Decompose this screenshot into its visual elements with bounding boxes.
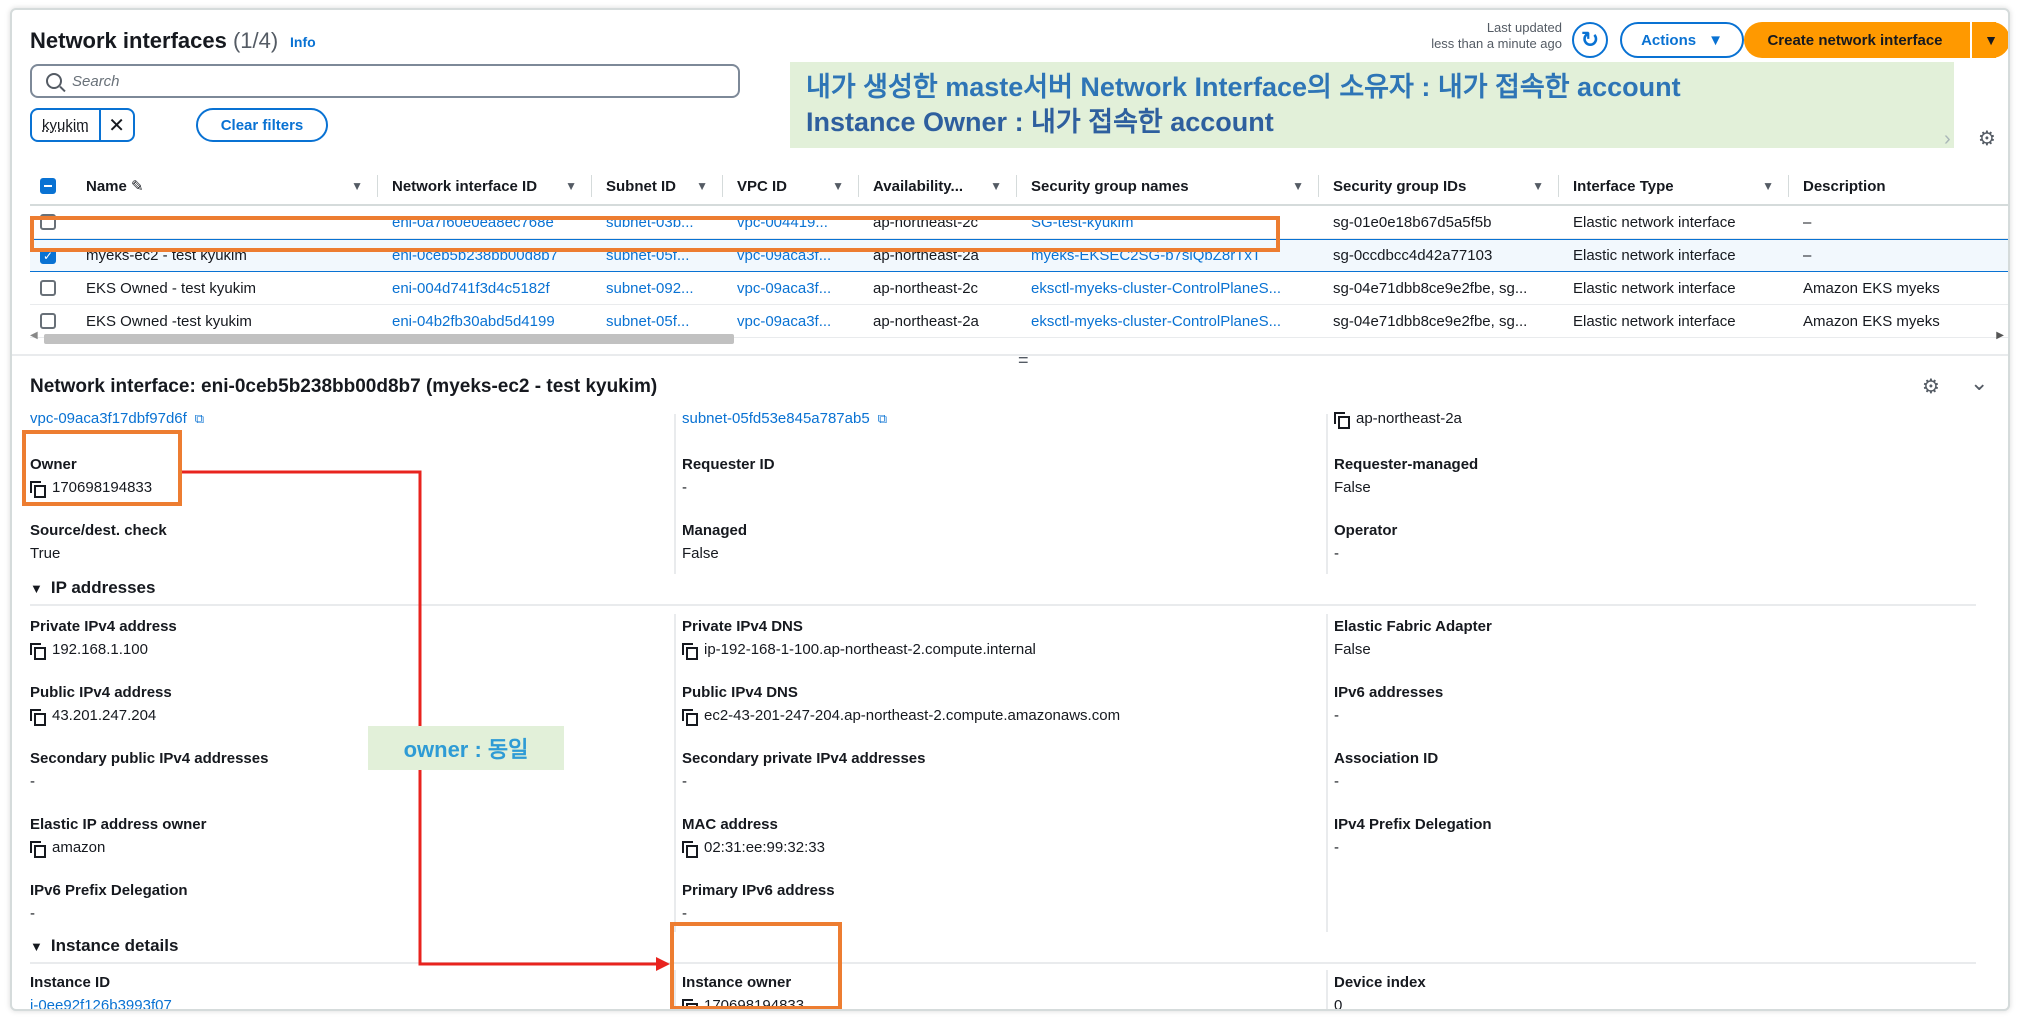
annotation-owner-same: owner : 동일 bbox=[368, 726, 564, 770]
annotation-arrow bbox=[182, 470, 670, 971]
arrow-head-icon bbox=[656, 957, 670, 971]
console-frame: Network interfaces (1/4) Info Last updat… bbox=[10, 8, 2010, 1011]
arrow-line bbox=[182, 470, 660, 966]
